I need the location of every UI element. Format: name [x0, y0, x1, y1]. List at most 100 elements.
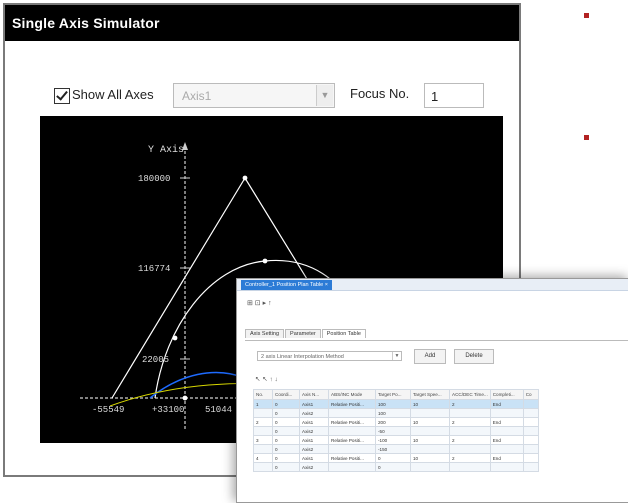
table-cell[interactable]: 100: [375, 408, 411, 418]
table-cell[interactable]: [489, 462, 524, 472]
focus-number-input[interactable]: 1: [424, 83, 484, 108]
table-column-header[interactable]: Axis N...: [299, 389, 329, 400]
table-cell[interactable]: [489, 444, 524, 454]
tab-axis-setting[interactable]: Axis Setting: [245, 329, 285, 338]
table-cell[interactable]: [449, 462, 491, 472]
table-cell[interactable]: 10: [410, 417, 450, 427]
table-cell[interactable]: End: [489, 399, 524, 409]
overlay-toolbar[interactable]: ⊞ ⊡ ▸ ↑: [247, 299, 272, 307]
interpolation-mode-select[interactable]: 2 axis Linear Interpolation Method ▼: [257, 351, 402, 361]
table-cell[interactable]: End: [489, 435, 524, 445]
table-cell[interactable]: Axis2: [299, 462, 329, 472]
table-cell[interactable]: [449, 426, 491, 436]
table-cell[interactable]: Axis1: [299, 435, 329, 445]
table-cell[interactable]: Relative Positi...: [328, 453, 376, 463]
table-row[interactable]: 0 Axis2 100: [253, 408, 539, 418]
table-row[interactable]: 0 Axis2 -50: [253, 426, 539, 436]
table-row[interactable]: 1 0 Axis1 Relative Positi... 100 10 2 End: [253, 399, 539, 409]
table-cell[interactable]: 2: [449, 453, 491, 463]
table-cell[interactable]: 200: [375, 417, 411, 427]
table-cell[interactable]: [328, 408, 376, 418]
table-cell[interactable]: 0: [272, 399, 300, 409]
table-column-header[interactable]: ABS/INC Mode: [328, 389, 376, 400]
table-cell[interactable]: 2: [449, 435, 491, 445]
table-cell[interactable]: -100: [375, 435, 411, 445]
table-column-header[interactable]: No.: [253, 389, 273, 400]
table-column-header[interactable]: ACC/DEC Time...: [449, 389, 491, 400]
table-cell[interactable]: [253, 444, 273, 454]
table-cell[interactable]: [489, 408, 524, 418]
table-cell[interactable]: 4: [253, 453, 273, 463]
row-move-icons[interactable]: ↖ ↖ ↑ ↓: [255, 375, 278, 383]
table-cell[interactable]: 3: [253, 435, 273, 445]
table-cell[interactable]: [253, 462, 273, 472]
table-cell[interactable]: Relative Positi...: [328, 435, 376, 445]
table-cell[interactable]: [253, 426, 273, 436]
add-button[interactable]: Add: [414, 349, 446, 364]
table-cell[interactable]: [522, 444, 539, 454]
table-column-header[interactable]: Co: [522, 389, 539, 400]
table-cell[interactable]: End: [489, 417, 524, 427]
table-cell[interactable]: -150: [375, 444, 411, 454]
table-cell[interactable]: 10: [410, 435, 450, 445]
table-cell[interactable]: 10: [410, 399, 450, 409]
table-cell[interactable]: [410, 444, 450, 454]
table-cell[interactable]: 100: [375, 399, 411, 409]
table-row[interactable]: 2 0 Axis1 Relative Positi... 200 10 2 End: [253, 417, 539, 427]
axis-select[interactable]: Axis1 ▼: [173, 83, 335, 108]
table-cell[interactable]: -50: [375, 426, 411, 436]
table-cell[interactable]: [410, 462, 450, 472]
table-cell[interactable]: [522, 426, 539, 436]
show-all-axes-checkbox[interactable]: [54, 88, 70, 104]
table-cell[interactable]: [522, 453, 539, 463]
delete-button[interactable]: Delete: [454, 349, 494, 364]
table-cell[interactable]: Axis2: [299, 426, 329, 436]
table-cell[interactable]: 0: [375, 453, 411, 463]
table-cell[interactable]: Relative Positi...: [328, 417, 376, 427]
table-cell[interactable]: 0: [272, 417, 300, 427]
chevron-down-icon[interactable]: ▼: [392, 352, 401, 360]
table-row[interactable]: 0 Axis2 0: [253, 462, 539, 472]
table-column-header[interactable]: Target Spee...: [410, 389, 450, 400]
chevron-down-icon[interactable]: ▼: [316, 85, 333, 106]
table-cell[interactable]: Axis2: [299, 408, 329, 418]
table-cell[interactable]: 1: [253, 399, 273, 409]
table-cell[interactable]: End: [489, 453, 524, 463]
table-cell[interactable]: [253, 408, 273, 418]
table-column-header[interactable]: Target Po...: [375, 389, 411, 400]
table-cell[interactable]: 0: [272, 444, 300, 454]
table-cell[interactable]: [449, 408, 491, 418]
table-cell[interactable]: Axis1: [299, 453, 329, 463]
table-cell[interactable]: [410, 408, 450, 418]
table-cell[interactable]: [328, 444, 376, 454]
table-cell[interactable]: 0: [375, 462, 411, 472]
table-cell[interactable]: [522, 435, 539, 445]
table-cell[interactable]: [328, 426, 376, 436]
table-column-header[interactable]: Completi...: [489, 389, 524, 400]
table-cell[interactable]: [522, 399, 539, 409]
table-column-header[interactable]: Coordi...: [272, 389, 300, 400]
table-cell[interactable]: 0: [272, 462, 300, 472]
tab-parameter[interactable]: Parameter: [285, 329, 321, 338]
table-cell[interactable]: 0: [272, 435, 300, 445]
table-cell[interactable]: 2: [449, 417, 491, 427]
table-cell[interactable]: Axis2: [299, 444, 329, 454]
table-row[interactable]: 4 0 Axis1 Relative Positi... 0 10 2 End: [253, 453, 539, 463]
table-cell[interactable]: [489, 426, 524, 436]
table-cell[interactable]: 10: [410, 453, 450, 463]
table-cell[interactable]: 2: [449, 399, 491, 409]
table-cell[interactable]: [328, 462, 376, 472]
table-cell[interactable]: [410, 426, 450, 436]
tab-position-table[interactable]: Position Table: [321, 329, 366, 338]
table-cell[interactable]: 0: [272, 453, 300, 463]
table-cell[interactable]: [449, 444, 491, 454]
table-cell[interactable]: Relative Positi...: [328, 399, 376, 409]
table-row[interactable]: 0 Axis2 -150: [253, 444, 539, 454]
table-cell[interactable]: 0: [272, 408, 300, 418]
table-cell[interactable]: [522, 462, 539, 472]
tab-position-plan-table[interactable]: Controller_1 Position Plan Table ×: [241, 280, 332, 290]
table-cell[interactable]: Axis1: [299, 399, 329, 409]
table-cell[interactable]: [522, 417, 539, 427]
table-cell[interactable]: [522, 408, 539, 418]
table-row[interactable]: 3 0 Axis1 Relative Positi... -100 10 2 End: [253, 435, 539, 445]
